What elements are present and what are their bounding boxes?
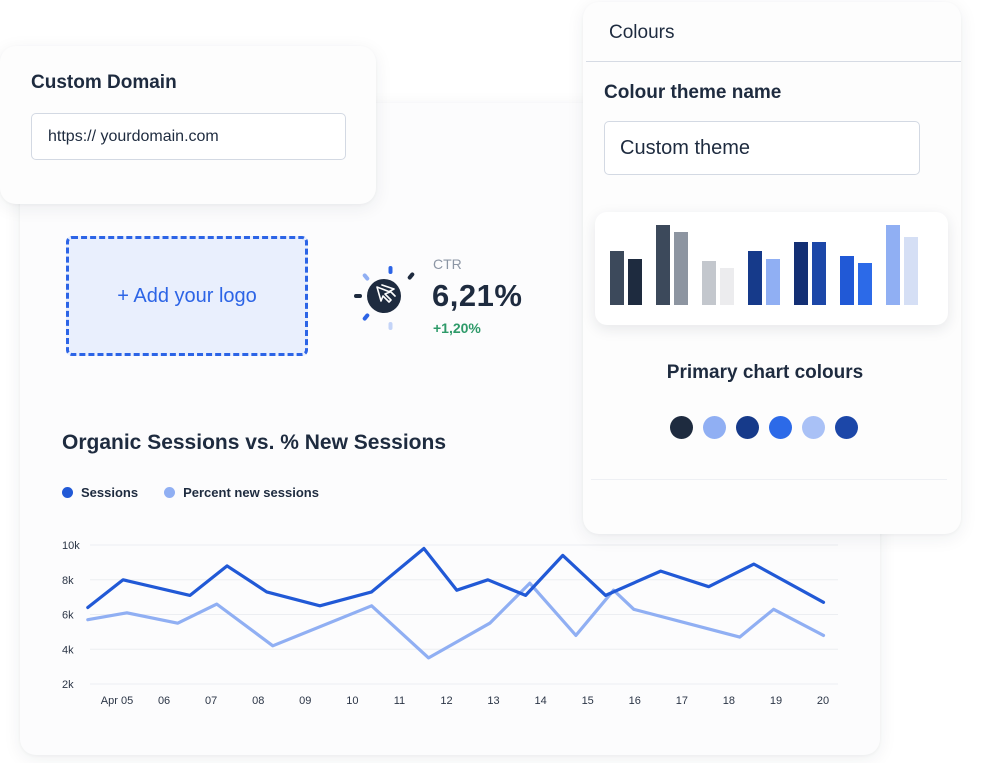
legend-label-sessions: Sessions [81,485,139,500]
ctr-change: +1,20% [433,320,481,336]
ctr-label: CTR [433,256,462,272]
custom-domain-input[interactable] [31,113,346,160]
custom-domain-card: Custom Domain [0,46,376,204]
chart-title: Organic Sessions vs. % New Sessions [62,431,446,454]
header-divider [586,61,961,62]
preview-bar [766,259,780,305]
colour-swatch-5[interactable] [802,416,825,439]
legend-label-percent-new: Percent new sessions [183,485,319,500]
legend-dot-percent-new [164,487,176,498]
colours-panel: Colours Colour theme name Primary chart … [583,2,961,534]
preview-bar [656,225,670,305]
preview-bar [886,225,900,305]
theme-name-input[interactable] [604,121,920,175]
bar-chart-preview [595,212,948,325]
add-logo-label: + Add your logo [117,284,257,307]
colour-swatch-4[interactable] [769,416,792,439]
colour-swatch-2[interactable] [703,416,726,439]
primary-colours-label: Primary chart colours [666,362,864,383]
preview-bar [904,237,918,305]
colour-swatch-3[interactable] [736,416,759,439]
preview-bar [702,261,716,305]
preview-bar [720,268,734,305]
chart-legend: Sessions Percent new sessions [62,485,345,500]
preview-bar [748,251,762,305]
bar-preview-svg [610,225,918,305]
preview-bar [840,256,854,305]
add-logo-button[interactable]: + Add your logo [66,236,308,356]
colours-header: Colours [609,22,675,43]
preview-bar [858,263,872,305]
colour-swatch-1[interactable] [670,416,693,439]
cursor-click-icon [354,266,415,330]
ctr-value: 6,21% [432,278,523,313]
section-divider [591,479,947,480]
preview-bar [610,251,624,305]
colour-swatch-6[interactable] [835,416,858,439]
legend-item-percent-new[interactable]: Percent new sessions [164,485,319,500]
custom-domain-title: Custom Domain [31,72,177,93]
preview-bar [674,232,688,305]
legend-dot-sessions [62,487,73,498]
preview-bar [628,259,642,305]
preview-bar [812,242,826,305]
preview-bar [794,242,808,305]
colour-swatches [670,416,868,439]
theme-name-label: Colour theme name [604,82,782,103]
legend-item-sessions[interactable]: Sessions [62,485,138,500]
